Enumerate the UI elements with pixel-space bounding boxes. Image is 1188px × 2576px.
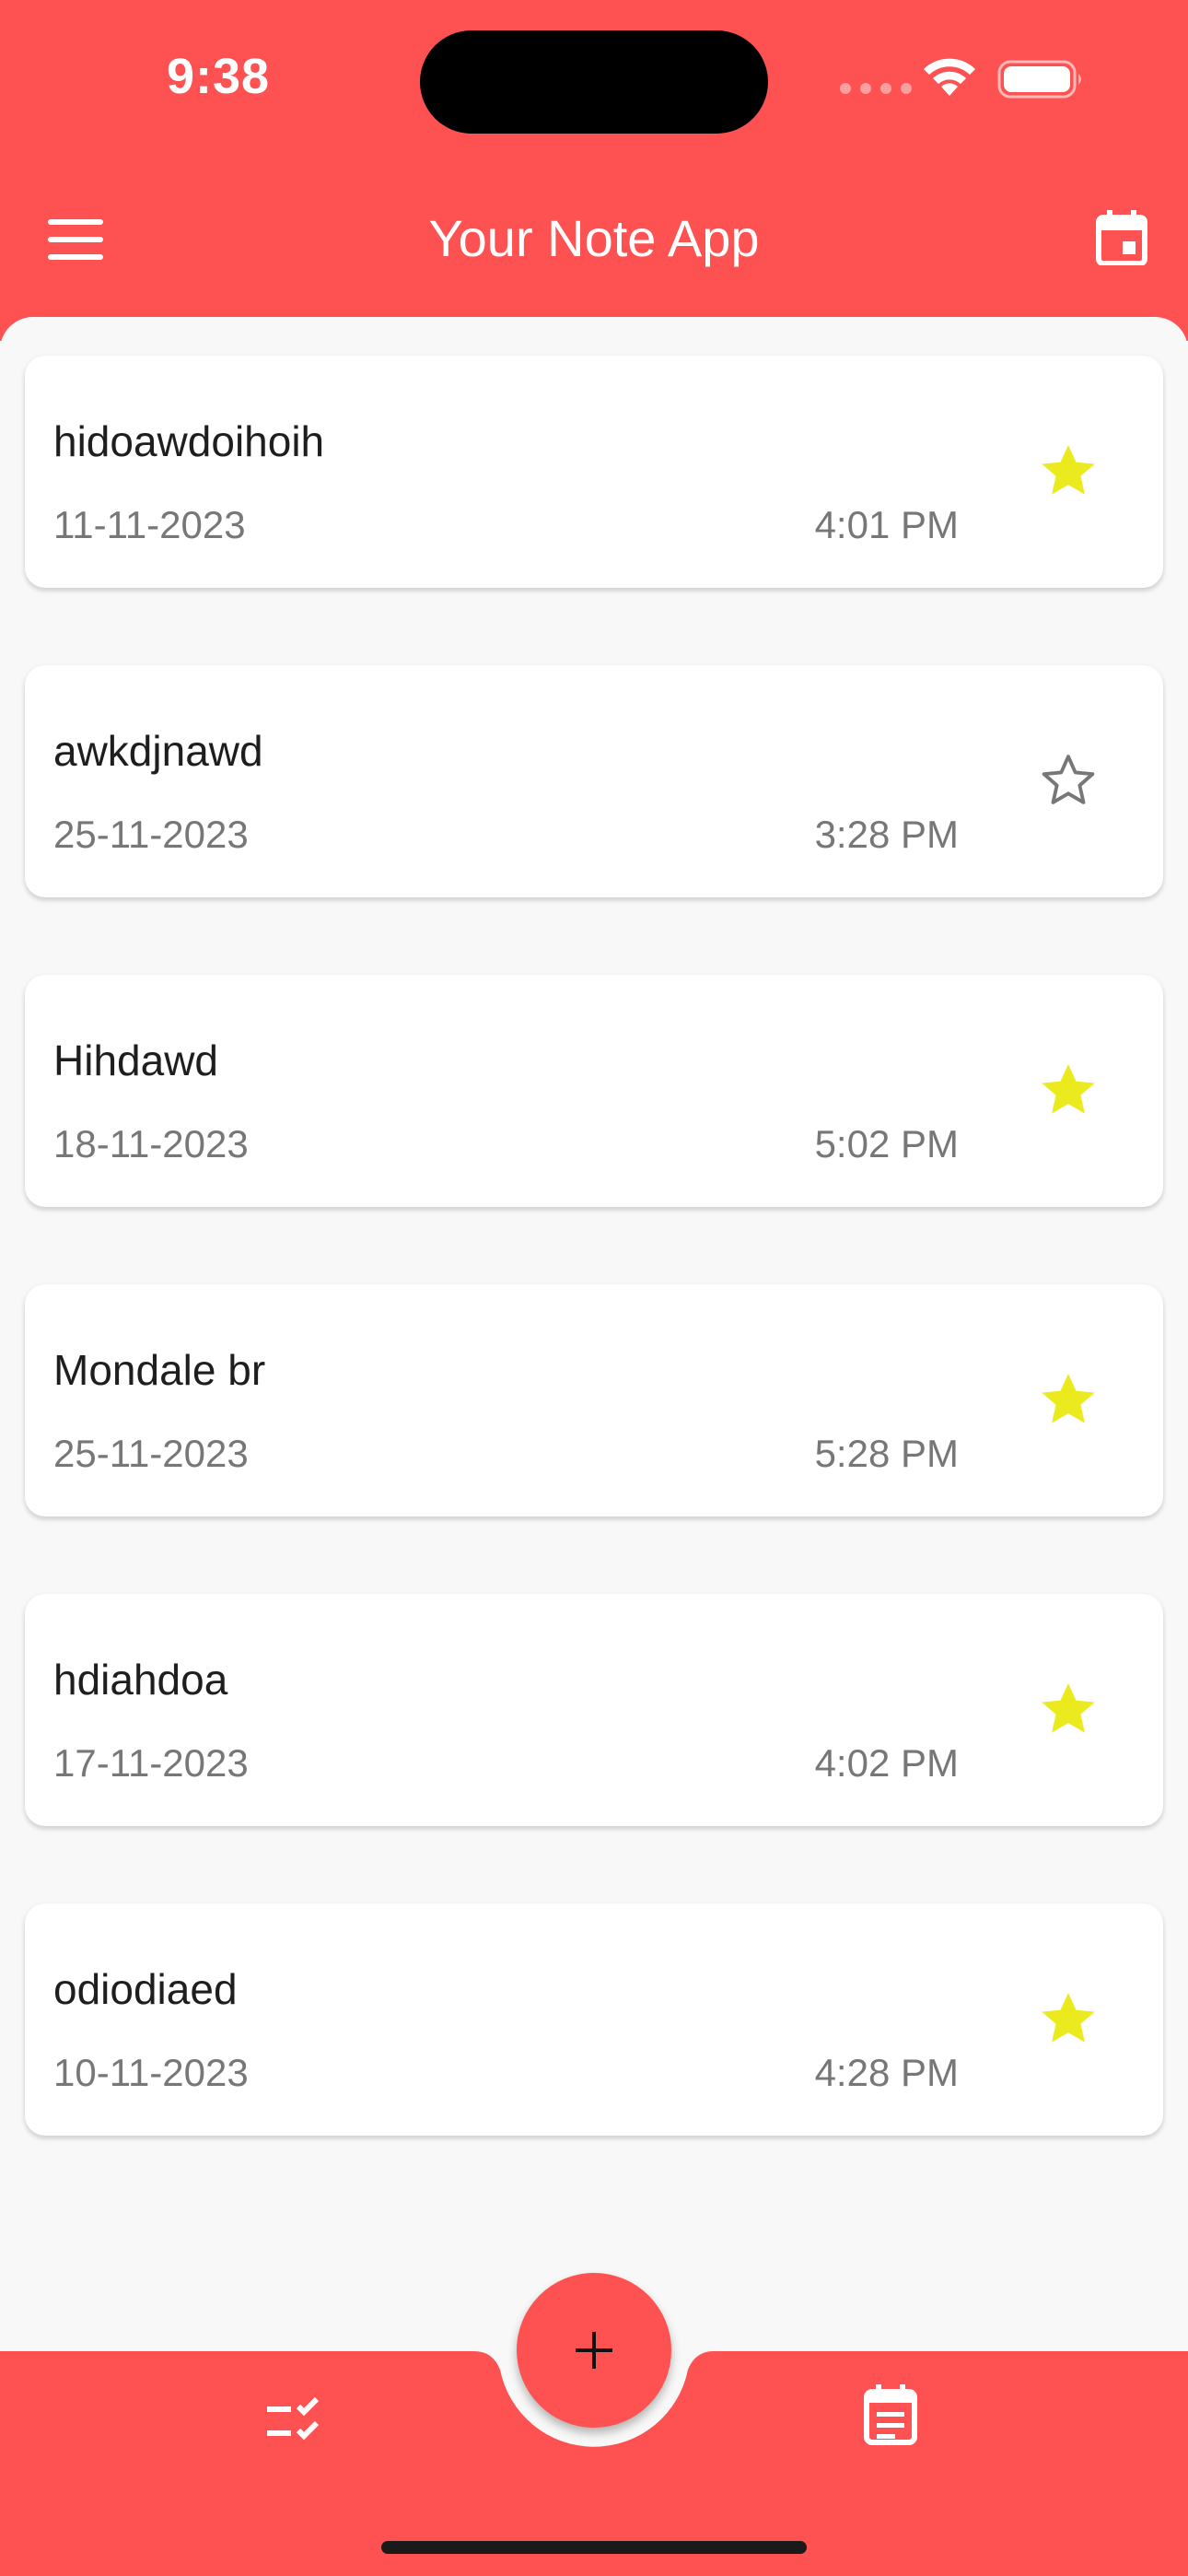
- cellular-signal-icon: [840, 83, 912, 94]
- note-title: Mondale br: [53, 1346, 266, 1394]
- note-card[interactable]: hidoawdoihoih 11-11-2023 4:01 PM: [25, 356, 1163, 588]
- note-card[interactable]: odiodiaed 10-11-2023 4:28 PM: [25, 1903, 1163, 2136]
- note-time: 4:02 PM: [814, 1741, 959, 1785]
- note-title: hdiahdoa: [53, 1656, 228, 1704]
- event-note-icon[interactable]: [864, 2384, 917, 2445]
- note-time: 4:01 PM: [814, 503, 959, 546]
- star-filled-icon[interactable]: [1038, 1679, 1099, 1739]
- note-card[interactable]: Mondale br 25-11-2023 5:28 PM: [25, 1284, 1163, 1516]
- star-filled-icon[interactable]: [1038, 1060, 1099, 1120]
- note-date: 18-11-2023: [53, 1122, 249, 1165]
- star-filled-icon[interactable]: [1038, 440, 1099, 501]
- note-time: 3:28 PM: [814, 813, 959, 856]
- note-title: awkdjnawd: [53, 727, 263, 775]
- notes-list: hidoawdoihoih 11-11-2023 4:01 PM awkdjna…: [25, 356, 1163, 2213]
- app-title: Your Note App: [428, 209, 760, 267]
- calendar-icon[interactable]: [1096, 210, 1147, 265]
- note-card[interactable]: hdiahdoa 17-11-2023 4:02 PM: [25, 1594, 1163, 1826]
- status-time: 9:38: [167, 49, 271, 104]
- note-date: 11-11-2023: [53, 503, 246, 546]
- note-time: 5:28 PM: [814, 1432, 959, 1475]
- home-indicator: [381, 2541, 807, 2554]
- plus-icon: [576, 2332, 612, 2369]
- note-time: 5:02 PM: [814, 1122, 959, 1165]
- note-card[interactable]: Hihdawd 18-11-2023 5:02 PM: [25, 975, 1163, 1207]
- note-title: Hihdawd: [53, 1036, 218, 1084]
- note-time: 4:28 PM: [814, 2051, 959, 2094]
- note-title: odiodiaed: [53, 1965, 238, 2013]
- star-filled-icon[interactable]: [1038, 1988, 1099, 2049]
- wifi-icon: [924, 58, 975, 96]
- note-date: 17-11-2023: [53, 1741, 249, 1785]
- battery-icon: [997, 60, 1081, 99]
- note-date: 25-11-2023: [53, 813, 249, 856]
- add-note-button[interactable]: [517, 2273, 671, 2428]
- star-outline-icon[interactable]: [1038, 750, 1099, 811]
- star-filled-icon[interactable]: [1038, 1369, 1099, 1430]
- screen: 9:38 Your Note App hidoawdoihoih 11-11-2…: [0, 0, 1188, 2576]
- note-card[interactable]: awkdjnawd 25-11-2023 3:28 PM: [25, 665, 1163, 897]
- note-date: 10-11-2023: [53, 2051, 249, 2094]
- dynamic-island: [420, 30, 768, 134]
- checklist-icon[interactable]: [265, 2395, 328, 2443]
- note-date: 25-11-2023: [53, 1432, 249, 1475]
- note-title: hidoawdoihoih: [53, 417, 325, 465]
